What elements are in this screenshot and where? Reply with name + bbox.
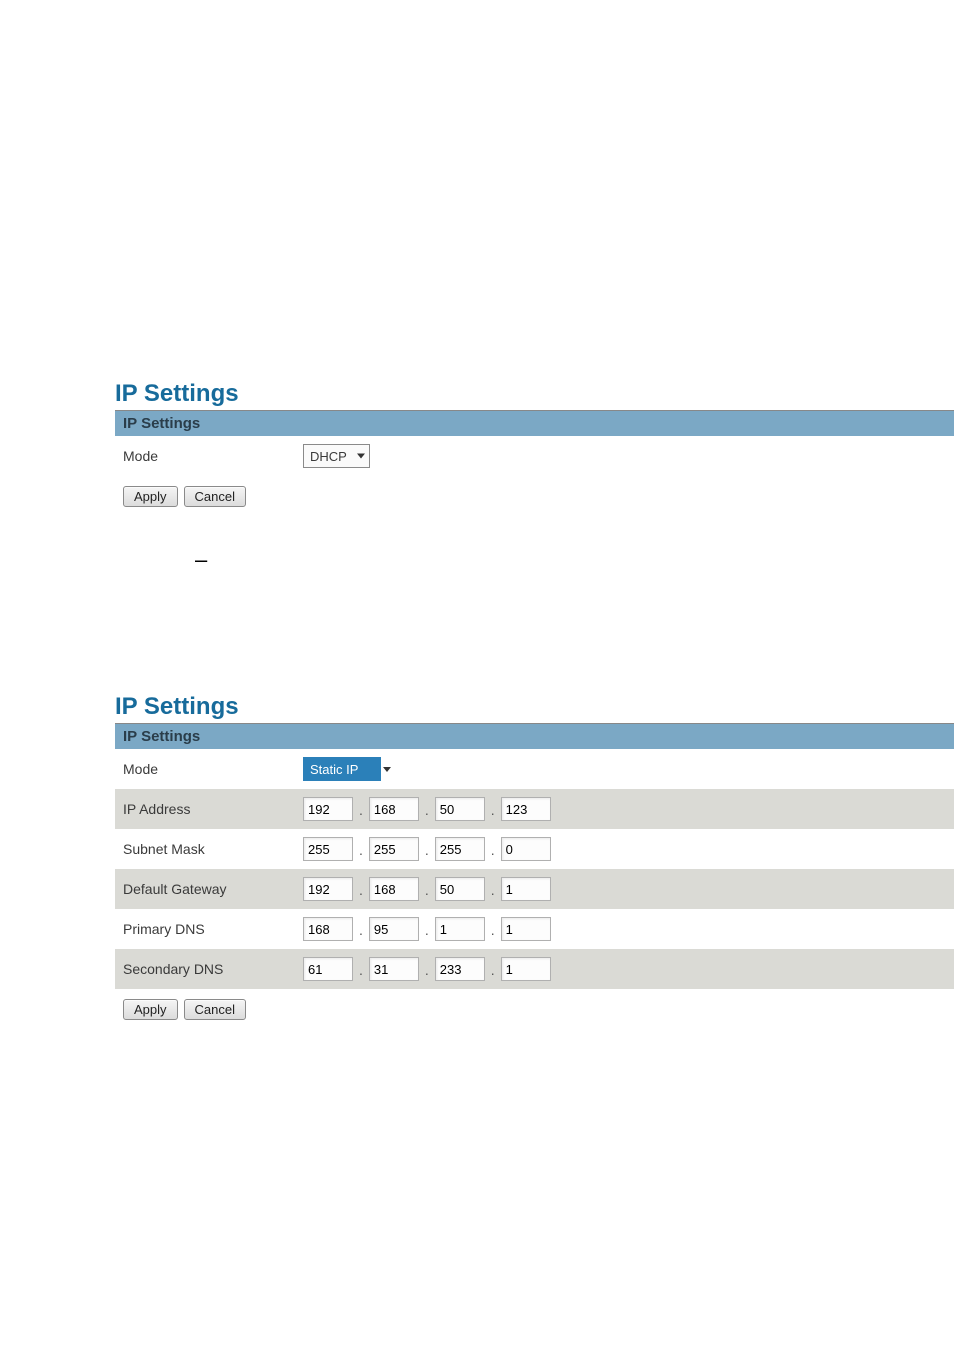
mode-select[interactable]: Static IP <box>303 757 381 781</box>
ip-address-octet-4[interactable] <box>501 797 551 821</box>
default-gateway-octet-4[interactable] <box>501 877 551 901</box>
dot-separator: . <box>489 959 497 981</box>
mode-row: Mode DHCP <box>115 436 954 476</box>
section-header: IP Settings <box>115 724 954 749</box>
dot-separator: . <box>489 799 497 821</box>
primary-dns-octet-4[interactable] <box>501 917 551 941</box>
dot-separator: . <box>423 799 431 821</box>
button-row: Apply Cancel <box>115 989 954 1030</box>
dot-separator: . <box>357 839 365 861</box>
mode-select-value: DHCP <box>310 449 347 464</box>
default-gateway-octet-1[interactable] <box>303 877 353 901</box>
primary-dns-octet-3[interactable] <box>435 917 485 941</box>
ip-address-octet-1[interactable] <box>303 797 353 821</box>
mode-select-value: Static IP <box>310 762 358 777</box>
chevron-down-icon <box>357 454 365 459</box>
page-title: IP Settings <box>115 380 954 408</box>
dot-separator: . <box>357 879 365 901</box>
cancel-button[interactable]: Cancel <box>184 999 246 1020</box>
secondary-dns-label: Secondary DNS <box>123 961 303 977</box>
section-header: IP Settings <box>115 411 954 436</box>
secondary-dns-row: Secondary DNS . . . <box>115 949 954 989</box>
subnet-mask-octet-2[interactable] <box>369 837 419 861</box>
default-gateway-octet-2[interactable] <box>369 877 419 901</box>
subnet-mask-octet-3[interactable] <box>435 837 485 861</box>
ip-settings-section-dhcp: IP Settings IP Settings Mode DHCP Apply … <box>115 380 954 573</box>
dot-separator: . <box>489 839 497 861</box>
dot-separator: . <box>423 919 431 941</box>
primary-dns-label: Primary DNS <box>123 921 303 937</box>
cancel-button[interactable]: Cancel <box>184 486 246 507</box>
secondary-dns-octet-4[interactable] <box>501 957 551 981</box>
primary-dns-octet-1[interactable] <box>303 917 353 941</box>
apply-button[interactable]: Apply <box>123 999 178 1020</box>
mode-row: Mode Static IP <box>115 749 954 789</box>
secondary-dns-octet-3[interactable] <box>435 957 485 981</box>
default-gateway-row: Default Gateway . . . <box>115 869 954 909</box>
ip-settings-section-static: IP Settings IP Settings Mode Static IP I… <box>115 693 954 1030</box>
mode-label: Mode <box>123 761 303 777</box>
dot-separator: . <box>423 839 431 861</box>
dot-separator: . <box>489 879 497 901</box>
default-gateway-octet-3[interactable] <box>435 877 485 901</box>
subnet-mask-octet-4[interactable] <box>501 837 551 861</box>
secondary-dns-octet-2[interactable] <box>369 957 419 981</box>
ip-address-label: IP Address <box>123 801 303 817</box>
dot-separator: . <box>357 919 365 941</box>
ip-address-octet-2[interactable] <box>369 797 419 821</box>
default-gateway-label: Default Gateway <box>123 881 303 897</box>
dot-separator: . <box>423 959 431 981</box>
ip-address-octet-3[interactable] <box>435 797 485 821</box>
mode-label: Mode <box>123 448 303 464</box>
dot-separator: . <box>423 879 431 901</box>
button-row: Apply Cancel <box>115 476 954 517</box>
apply-button[interactable]: Apply <box>123 486 178 507</box>
subnet-mask-octet-1[interactable] <box>303 837 353 861</box>
subnet-mask-row: Subnet Mask . . . <box>115 829 954 869</box>
primary-dns-octet-2[interactable] <box>369 917 419 941</box>
subnet-mask-label: Subnet Mask <box>123 841 303 857</box>
dash-text: – <box>195 547 954 573</box>
primary-dns-row: Primary DNS . . . <box>115 909 954 949</box>
mode-select[interactable]: DHCP <box>303 444 370 468</box>
chevron-down-icon <box>383 767 391 772</box>
secondary-dns-octet-1[interactable] <box>303 957 353 981</box>
page-title: IP Settings <box>115 693 954 721</box>
dot-separator: . <box>357 959 365 981</box>
dot-separator: . <box>489 919 497 941</box>
ip-address-row: IP Address . . . <box>115 789 954 829</box>
dot-separator: . <box>357 799 365 821</box>
